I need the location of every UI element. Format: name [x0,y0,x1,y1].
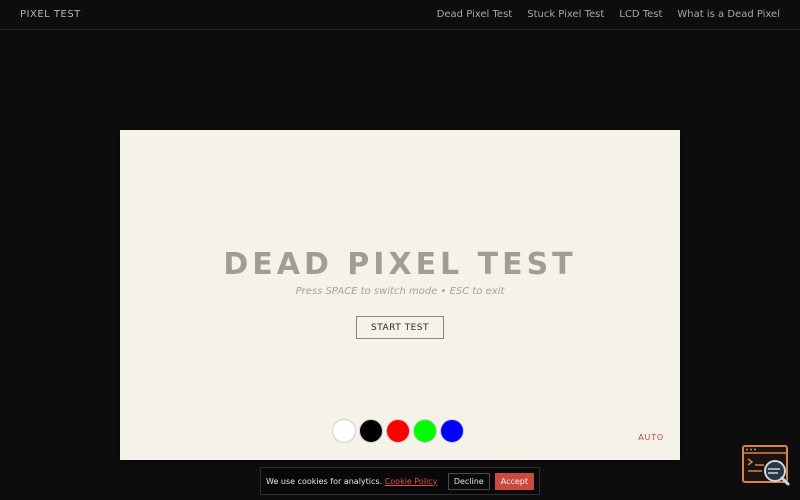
test-panel[interactable]: DEAD PIXEL TEST Press SPACE to switch mo… [120,130,680,460]
cookie-banner: We use cookies for analytics. Cookie Pol… [260,467,540,495]
swatch-white[interactable] [332,419,356,443]
accept-button[interactable]: Accept [494,472,534,490]
nav-link-dead-pixel-test[interactable]: Dead Pixel Test [437,9,513,20]
nav-link-lcd-test[interactable]: LCD Test [619,9,662,20]
cookie-text: We use cookies for analytics. [266,476,383,486]
brand-logo-link[interactable]: PIXEL TEST [20,9,81,20]
main-nav: Dead Pixel Test Stuck Pixel Test LCD Tes… [437,9,780,20]
nav-link-what-is-dead-pixel[interactable]: What is a Dead Pixel [677,9,780,20]
cookie-policy-link[interactable]: Cookie Policy [385,477,438,486]
swatch-green[interactable] [413,419,437,443]
panel-title: DEAD PIXEL TEST [223,247,577,282]
color-swatches [332,419,464,443]
top-nav-bar: PIXEL TEST Dead Pixel Test Stuck Pixel T… [0,0,800,30]
decline-button[interactable]: Decline [447,472,490,490]
swatch-blue[interactable] [440,419,464,443]
start-test-button[interactable]: START TEST [356,316,444,339]
swatch-black[interactable] [359,419,383,443]
auto-mode-toggle[interactable]: AUTO [638,433,664,442]
terminal-search-icon[interactable] [742,445,790,487]
cookie-message: We use cookies for analytics. Cookie Pol… [266,477,448,486]
swatch-red[interactable] [386,419,410,443]
keyboard-hint: Press SPACE to switch mode • ESC to exit [295,286,505,297]
nav-link-stuck-pixel-test[interactable]: Stuck Pixel Test [527,9,604,20]
